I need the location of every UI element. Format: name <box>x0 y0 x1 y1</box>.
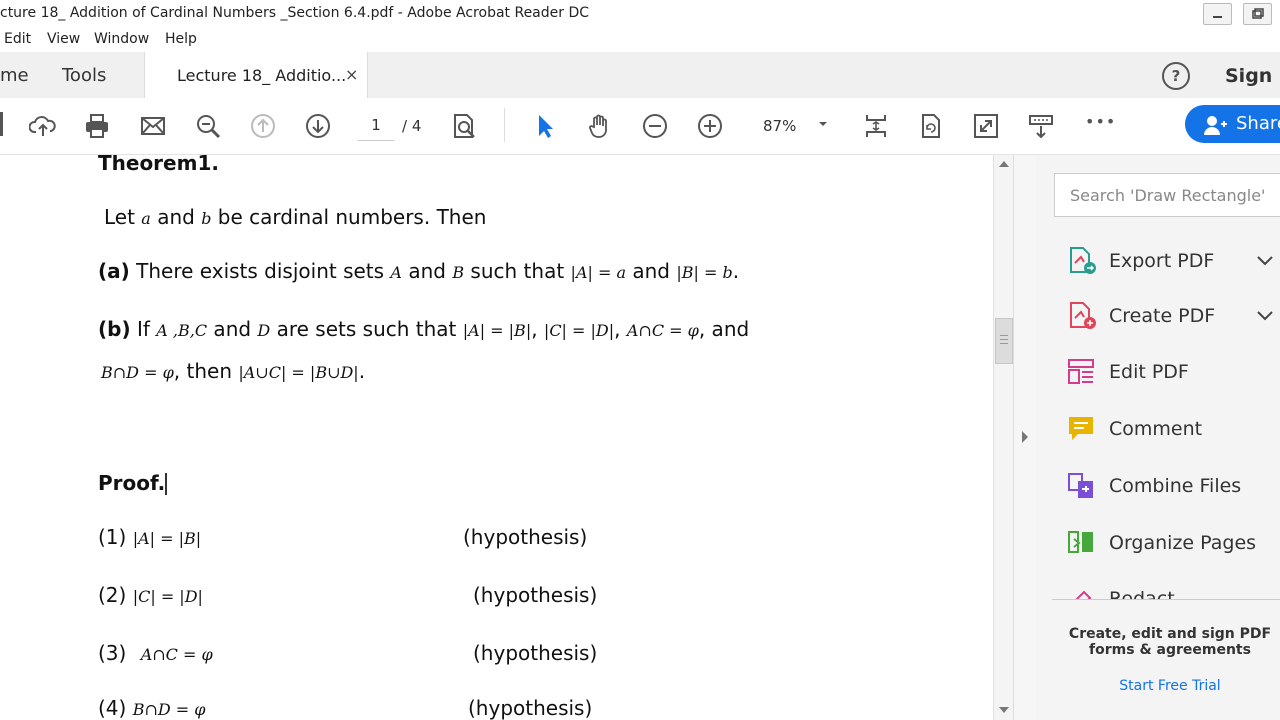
proof-reason: (hypothesis) <box>468 696 593 720</box>
zoom-search-icon[interactable] <box>192 110 224 142</box>
proof-reason: (hypothesis) <box>473 641 598 665</box>
start-free-trial-link[interactable]: Start Free Trial <box>1050 678 1280 694</box>
tab-bar: me Tools Lecture 18_ Additio... × ? Sign… <box>0 52 1280 99</box>
previous-page-icon[interactable] <box>247 110 279 142</box>
read-mode-icon[interactable] <box>1025 110 1057 142</box>
theorem-heading: Theorem1. <box>98 155 219 175</box>
tools-search-placeholder: Search 'Draw Rectangle' <box>1070 186 1266 205</box>
share-button[interactable]: Share <box>1185 105 1280 143</box>
proof-reason: (hypothesis) <box>473 583 598 607</box>
tool-edit-pdf[interactable]: Edit PDF <box>1066 353 1280 393</box>
tool-edit-pdf-label: Edit PDF <box>1109 361 1189 383</box>
tab-document-label: Lecture 18_ Additio... <box>177 66 347 85</box>
page-number-input[interactable]: 1 <box>358 112 394 141</box>
tool-create-pdf-label: Create PDF <box>1109 305 1216 327</box>
theorem-part-b: (b) If A ,B,C and D are sets such that |… <box>98 317 750 341</box>
zoom-level[interactable]: 87% <box>763 117 796 135</box>
chevron-down-icon <box>1257 311 1273 321</box>
add-user-icon <box>1204 116 1227 135</box>
proof-reason: (hypothesis) <box>463 525 588 549</box>
email-icon[interactable] <box>137 110 169 142</box>
organize-pages-icon <box>1068 531 1093 553</box>
tool-comment-label: Comment <box>1109 418 1203 440</box>
toolbar: 1 / 4 87% ••• Share <box>0 98 1280 155</box>
restore-button[interactable] <box>1243 3 1272 25</box>
tools-search-input[interactable]: Search 'Draw Rectangle' <box>1054 173 1280 217</box>
more-tools-icon[interactable]: ••• <box>1085 112 1116 131</box>
tool-export-pdf[interactable]: Export PDF <box>1066 242 1280 282</box>
scroll-up-icon <box>999 161 1009 167</box>
share-label: Share <box>1236 113 1280 134</box>
print-icon[interactable] <box>81 110 113 142</box>
window-title: cture 18_ Addition of Cardinal Numbers _… <box>0 5 590 21</box>
pane-separator <box>1052 599 1280 600</box>
edit-pdf-icon <box>1068 359 1094 384</box>
upload-icon[interactable] <box>27 110 59 142</box>
pane-divider[interactable] <box>1013 155 1037 720</box>
text-cursor-icon <box>165 473 167 495</box>
proof-step: (2) |C| = |D| <box>98 583 203 607</box>
menu-bar: Edit View Window Help <box>0 28 1280 52</box>
proof-heading: Proof. <box>98 471 166 495</box>
sign-in-link[interactable]: Sign I <box>1225 65 1280 87</box>
toolbar-edge <box>0 112 3 136</box>
toolbar-separator <box>504 108 505 142</box>
vertical-scrollbar[interactable] <box>993 155 1014 720</box>
menu-view[interactable]: View <box>47 31 80 47</box>
scroll-down-icon <box>999 707 1009 713</box>
full-screen-icon[interactable] <box>970 110 1002 142</box>
tool-organize-pages-label: Organize Pages <box>1109 532 1257 554</box>
theorem-intro: Let a and b be cardinal numbers. Then <box>104 205 487 229</box>
rotate-page-icon[interactable] <box>915 110 947 142</box>
tool-combine-files-label: Combine Files <box>1109 475 1242 497</box>
document-view[interactable]: Theorem1. Let a and b be cardinal number… <box>0 155 993 720</box>
proof-step: (1) |A| = |B| <box>98 525 202 549</box>
next-page-icon[interactable] <box>302 110 334 142</box>
zoom-in-icon[interactable] <box>694 110 726 142</box>
minimize-button[interactable] <box>1203 3 1232 25</box>
proof-step: (4) B∩D = φ <box>98 696 206 720</box>
minimize-icon <box>1213 16 1222 18</box>
export-pdf-icon <box>1070 247 1096 274</box>
tab-home[interactable]: me <box>0 65 29 86</box>
help-icon[interactable]: ? <box>1162 62 1190 90</box>
tool-combine-files[interactable]: Combine Files <box>1066 467 1280 507</box>
page-total: / 4 <box>402 117 422 135</box>
tool-create-pdf[interactable]: Create PDF <box>1066 297 1280 337</box>
tab-tools[interactable]: Tools <box>62 65 106 86</box>
comment-icon <box>1069 417 1093 440</box>
promo-text: Create, edit and sign PDF forms & agreem… <box>1068 626 1272 658</box>
expand-pane-icon <box>1022 431 1028 443</box>
title-bar: cture 18_ Addition of Cardinal Numbers _… <box>0 0 1280 28</box>
combine-files-icon <box>1068 473 1093 498</box>
tool-comment[interactable]: Comment <box>1066 410 1280 450</box>
zoom-out-icon[interactable] <box>639 110 671 142</box>
theorem-part-a: (a) There exists disjoint sets A and B s… <box>98 259 740 283</box>
menu-window[interactable]: Window <box>94 31 149 47</box>
page-search-icon[interactable] <box>448 110 480 142</box>
scrollbar-thumb[interactable] <box>995 318 1013 364</box>
create-pdf-icon <box>1070 302 1096 329</box>
chevron-down-icon <box>1257 256 1273 266</box>
tool-export-pdf-label: Export PDF <box>1109 250 1215 272</box>
zoom-dropdown-icon[interactable] <box>816 116 830 130</box>
tool-organize-pages[interactable]: Organize Pages <box>1066 524 1280 564</box>
menu-edit[interactable]: Edit <box>4 31 31 47</box>
restore-icon <box>1252 8 1264 19</box>
hand-tool-icon[interactable] <box>584 110 616 142</box>
tab-document[interactable]: Lecture 18_ Additio... × <box>144 52 368 99</box>
theorem-part-b-cont: B∩D = φ, then |A∪C| = |B∪D|. <box>101 359 366 383</box>
scroll-mode-icon[interactable] <box>860 110 892 142</box>
close-tab-icon[interactable]: × <box>345 65 358 84</box>
menu-help[interactable]: Help <box>165 31 197 47</box>
proof-step: (3) A∩C = φ <box>98 641 213 665</box>
select-cursor-icon[interactable] <box>529 110 561 142</box>
